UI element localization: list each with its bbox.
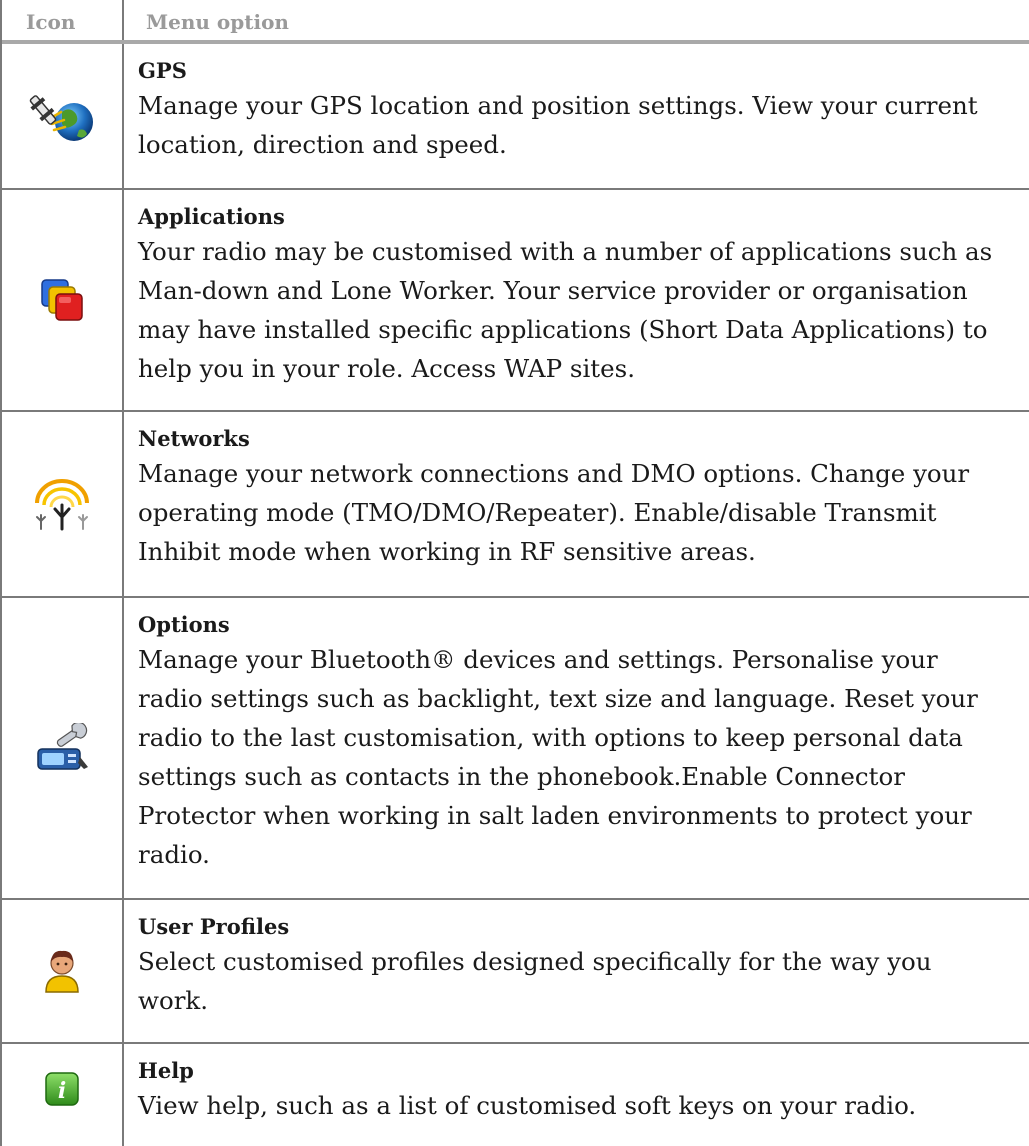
- menu-options-table: Icon Menu option GPS Manage your GPS loc…: [0, 0, 1029, 1146]
- column-divider: [122, 44, 124, 188]
- menu-option-cell: User Profiles Select customised profiles…: [138, 912, 1005, 1020]
- option-description: View help, such as a list of customised …: [138, 1091, 917, 1120]
- table-row: Networks Manage your network connections…: [2, 412, 1029, 598]
- gps-satellite-globe-icon: [2, 44, 122, 188]
- column-divider: [122, 1044, 124, 1146]
- header-menu-option-column: Menu option: [146, 10, 289, 34]
- table-row: i Help View help, such as a list of cust…: [2, 1044, 1029, 1146]
- column-divider: [122, 0, 124, 40]
- table-row: Applications Your radio may be customise…: [2, 190, 1029, 412]
- option-title: Options: [138, 612, 230, 637]
- column-divider: [122, 190, 124, 410]
- menu-option-cell: Help View help, such as a list of custom…: [138, 1056, 1005, 1125]
- option-title: Networks: [138, 426, 250, 451]
- menu-option-cell: Options Manage your Bluetooth® devices a…: [138, 610, 1005, 874]
- option-description: Your radio may be customised with a numb…: [138, 237, 993, 383]
- options-wrench-radio-icon: [2, 598, 122, 898]
- column-divider: [122, 900, 124, 1042]
- option-description: Manage your Bluetooth® devices and setti…: [138, 645, 978, 869]
- column-divider: [122, 412, 124, 596]
- help-info-icon: i: [2, 1044, 122, 1146]
- option-description: Manage your network connections and DMO …: [138, 459, 970, 566]
- option-title: GPS: [138, 58, 187, 83]
- table-row: GPS Manage your GPS location and positio…: [2, 44, 1029, 190]
- user-profile-person-icon: [2, 900, 122, 1042]
- option-title: User Profiles: [138, 914, 290, 939]
- svg-text:i: i: [58, 1078, 66, 1104]
- table-row: Options Manage your Bluetooth® devices a…: [2, 598, 1029, 900]
- header-icon-column: Icon: [26, 10, 76, 34]
- option-description: Select customised profiles designed spec…: [138, 947, 932, 1015]
- menu-option-cell: Networks Manage your network connections…: [138, 424, 1005, 571]
- applications-stacked-windows-icon: [2, 190, 122, 410]
- option-title: Help: [138, 1058, 194, 1083]
- menu-option-cell: GPS Manage your GPS location and positio…: [138, 56, 1005, 164]
- menu-option-cell: Applications Your radio may be customise…: [138, 202, 1005, 388]
- column-divider: [122, 598, 124, 898]
- table-row: User Profiles Select customised profiles…: [2, 900, 1029, 1044]
- table-header: Icon Menu option: [2, 0, 1029, 44]
- option-title: Applications: [138, 204, 285, 229]
- option-description: Manage your GPS location and position se…: [138, 91, 978, 159]
- network-antenna-icon: [2, 412, 122, 596]
